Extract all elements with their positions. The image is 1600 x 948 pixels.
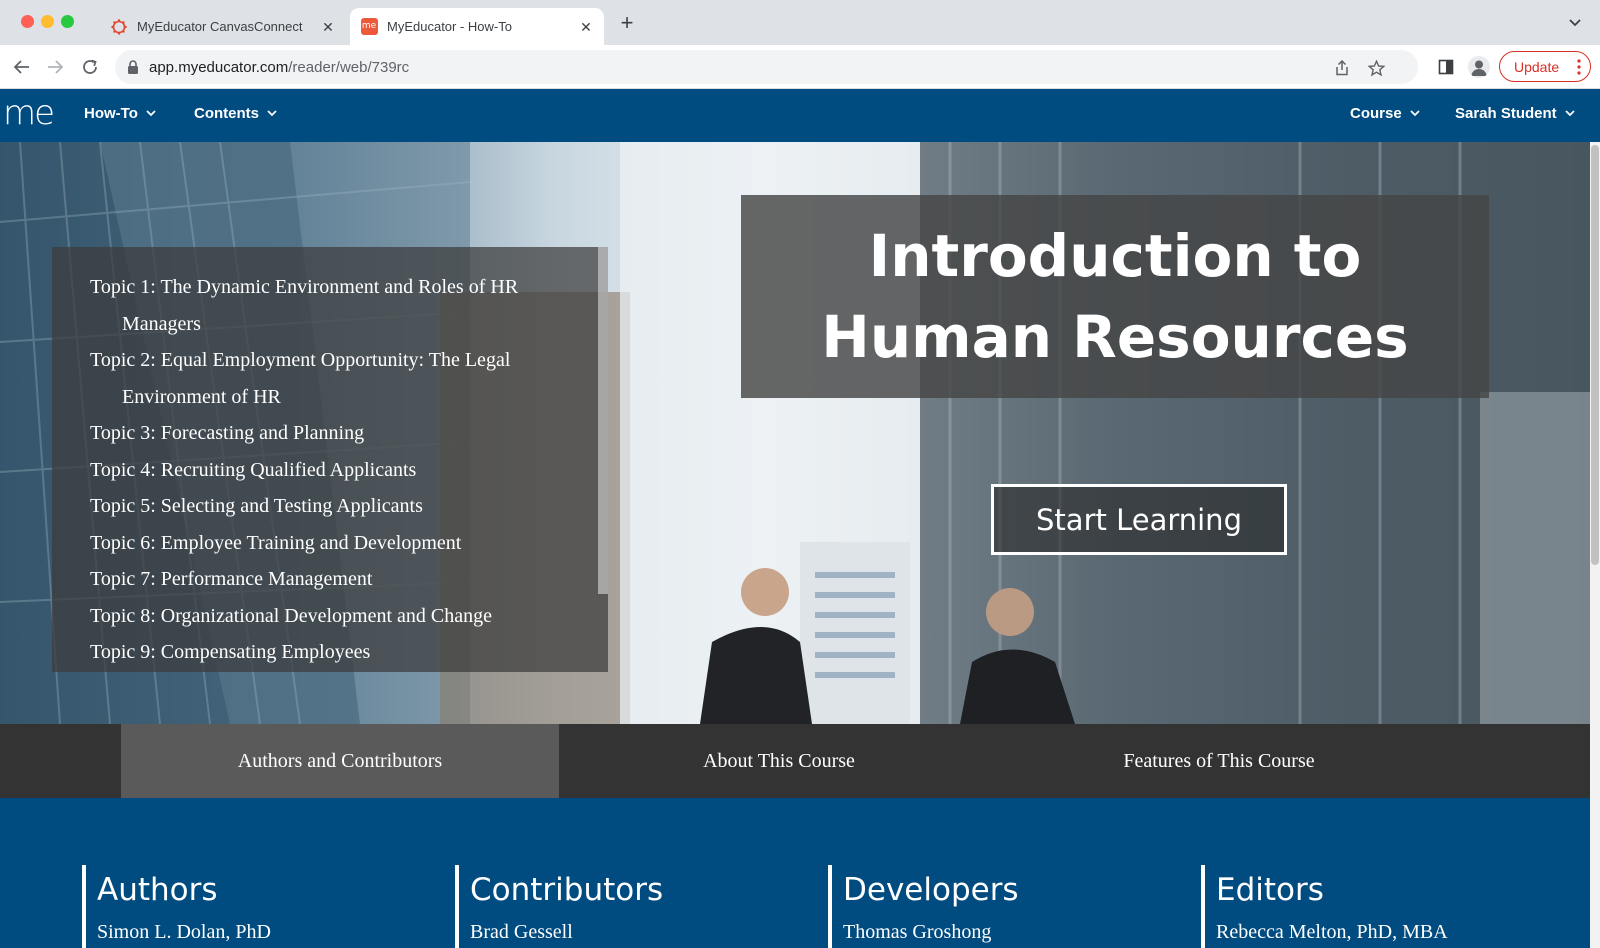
contributors-column: Contributors Brad Gessell (455, 865, 663, 948)
chevron-down-icon (1565, 109, 1575, 119)
app-navbar: me How-To Contents Course Sarah Student (0, 89, 1600, 142)
share-icon[interactable] (1333, 59, 1351, 77)
contributor-name: Brad Gessell (470, 921, 573, 943)
developer-name: Thomas Groshong (843, 921, 992, 943)
hero-banner: Topic 1: The Dynamic Environment and Rol… (0, 142, 1590, 724)
lock-icon (127, 60, 139, 79)
course-title: Introduction to Human Resources (821, 216, 1408, 378)
kebab-menu-icon (1577, 59, 1581, 75)
course-info-tabs: Authors and Contributors About This Cour… (0, 724, 1590, 798)
authors-heading: Authors (97, 872, 218, 908)
window-minimize-button[interactable] (41, 15, 54, 28)
chevron-down-icon (1410, 109, 1420, 119)
nav-label: Sarah Student (1455, 105, 1557, 122)
reload-icon[interactable] (78, 55, 102, 79)
course-title-box: Introduction to Human Resources (741, 195, 1489, 398)
editor-name: Rebecca Melton, PhD, MBA (1216, 921, 1448, 943)
nav-how-to-dropdown[interactable]: How-To (84, 105, 156, 122)
editors-heading: Editors (1216, 872, 1324, 908)
new-tab-button[interactable]: + (617, 12, 637, 34)
address-bar[interactable]: app.myeducator.com/reader/web/739rc (115, 50, 1418, 84)
side-panel-icon[interactable] (1434, 55, 1458, 79)
editors-column: Editors Rebecca Melton, PhD, MBA (1201, 865, 1448, 948)
authors-column: Authors Simon L. Dolan, PhD (82, 865, 271, 948)
course-title-line-2: Human Resources (821, 302, 1409, 371)
profile-avatar-icon[interactable] (1468, 56, 1490, 78)
tab-about-this-course[interactable]: About This Course (559, 724, 999, 798)
topic-link-4[interactable]: Topic 4: Recruiting Qualified Applicants (90, 452, 560, 489)
page-scrollbar-thumb[interactable] (1591, 145, 1599, 565)
topic-link-5[interactable]: Topic 5: Selecting and Testing Applicant… (90, 488, 560, 525)
author-name: Simon L. Dolan, PhD (97, 921, 271, 943)
developers-column: Developers Thomas Groshong (828, 865, 1019, 948)
myeducator-logo-icon: me (360, 18, 378, 36)
topic-link-9[interactable]: Topic 9: Compensating Employees (90, 634, 560, 671)
tab-features-of-this-course[interactable]: Features of This Course (999, 724, 1439, 798)
tab-close-icon[interactable]: ✕ (578, 19, 594, 35)
topic-link-3[interactable]: Topic 3: Forecasting and Planning (90, 415, 560, 452)
browser-toolbar: app.myeducator.com/reader/web/739rc Upda… (0, 45, 1600, 89)
browser-tab-bar: MyEducator CanvasConnect ✕ me MyEducator… (0, 0, 1600, 45)
nav-label: How-To (84, 105, 138, 122)
nav-course-dropdown[interactable]: Course (1350, 105, 1420, 122)
nav-user-dropdown[interactable]: Sarah Student (1455, 105, 1575, 122)
topic-link-7[interactable]: Topic 7: Performance Management (90, 561, 560, 598)
url-text: app.myeducator.com/reader/web/739rc (149, 59, 409, 76)
url-path: /reader/web/739rc (288, 59, 410, 76)
browser-tab-how-to[interactable]: me MyEducator - How-To ✕ (350, 8, 604, 45)
topic-link-2[interactable]: Topic 2: Equal Employment Opportunity: T… (90, 342, 560, 415)
nav-contents-dropdown[interactable]: Contents (194, 105, 277, 122)
tab-search-chevron-icon[interactable] (1568, 15, 1584, 31)
topic-list-panel: Topic 1: The Dynamic Environment and Rol… (52, 247, 608, 672)
credits-section: Authors Simon L. Dolan, PhD Contributors… (0, 798, 1590, 948)
topic-list: Topic 1: The Dynamic Environment and Rol… (90, 269, 560, 671)
forward-arrow-icon[interactable] (43, 55, 67, 79)
url-host: app.myeducator.com (149, 59, 289, 76)
window-zoom-button[interactable] (61, 15, 74, 28)
window-close-button[interactable] (21, 15, 34, 28)
tab-title: MyEducator CanvasConnect (137, 19, 303, 34)
bookmark-star-icon[interactable] (1367, 59, 1385, 77)
tab-authors-and-contributors[interactable]: Authors and Contributors (121, 724, 559, 798)
topic-link-1[interactable]: Topic 1: The Dynamic Environment and Rol… (90, 269, 560, 342)
topic-link-8[interactable]: Topic 8: Organizational Development and … (90, 598, 560, 635)
tab-close-icon[interactable]: ✕ (320, 19, 336, 35)
tab-title: MyEducator - How-To (387, 19, 512, 34)
start-learning-button[interactable]: Start Learning (991, 484, 1287, 555)
back-arrow-icon[interactable] (10, 55, 34, 79)
contributors-heading: Contributors (470, 872, 664, 908)
update-label: Update (1514, 58, 1560, 75)
update-button[interactable]: Update (1499, 51, 1591, 82)
canvas-logo-icon (110, 18, 128, 36)
nav-label: Contents (194, 105, 259, 122)
topic-list-scrollbar[interactable] (598, 247, 608, 594)
chevron-down-icon (146, 109, 156, 119)
topic-link-6[interactable]: Topic 6: Employee Training and Developme… (90, 525, 560, 562)
nav-label: Course (1350, 105, 1402, 122)
course-title-line-1: Introduction to (868, 221, 1362, 290)
browser-tab-canvasconnect[interactable]: MyEducator CanvasConnect ✕ (100, 8, 346, 45)
chevron-down-icon (267, 109, 277, 119)
myeducator-logo[interactable]: me (3, 96, 55, 130)
developers-heading: Developers (843, 872, 1019, 908)
